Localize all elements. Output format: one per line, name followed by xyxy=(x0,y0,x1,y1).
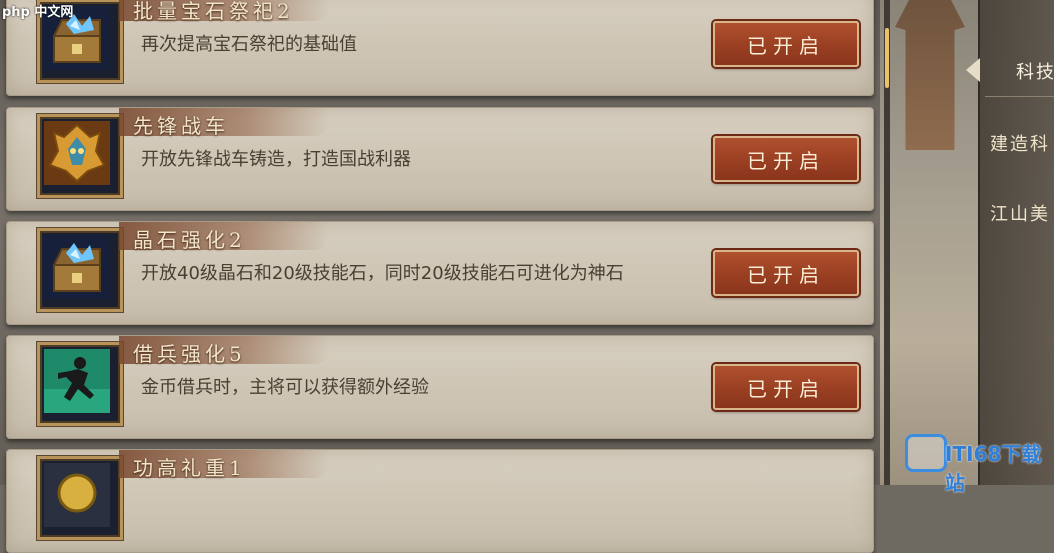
gem-chest-icon xyxy=(44,235,116,305)
tech-title: 功高礼重1 xyxy=(133,456,246,480)
tech-description: 金币借兵时，主将可以获得额外经验 xyxy=(141,377,429,398)
watchtower-scenery xyxy=(895,0,965,150)
tech-card: 先锋战车 开放先锋战车铸造，打造国战利器 已开启 xyxy=(6,107,874,211)
tech-card: 功高礼重1 xyxy=(6,449,874,553)
activated-button[interactable]: 已开启 xyxy=(713,250,859,296)
tab-divider xyxy=(985,96,1054,97)
tech-title: 晶石强化2 xyxy=(133,228,246,252)
tech-card: 借兵强化5 金币借兵时，主将可以获得额外经验 已开启 xyxy=(6,335,874,439)
activated-button[interactable]: 已开启 xyxy=(713,364,859,410)
tech-title: 借兵强化5 xyxy=(133,342,246,366)
tech-icon-frame xyxy=(37,114,123,198)
tech-card: 批量宝石祭祀2 再次提高宝石祭祀的基础值 已开启 xyxy=(6,0,874,96)
dragon-helmet-icon xyxy=(44,121,116,191)
watermark-logo-icon xyxy=(905,434,947,472)
activated-button[interactable]: 已开启 xyxy=(713,136,859,182)
tech-card: 晶石强化2 开放40级晶石和20级技能石，同时20级技能石可进化为神石 已开启 xyxy=(6,221,874,325)
tech-description: 开放40级晶石和20级技能石，同时20级技能石可进化为神石 xyxy=(141,263,624,284)
tech-icon-frame xyxy=(37,342,123,426)
site-watermark: php 中文网 xyxy=(2,5,74,20)
tech-icon-frame xyxy=(37,228,123,312)
tech-title: 批量宝石祭祀2 xyxy=(133,0,294,23)
watermark-text: ITI68下载站 xyxy=(945,442,1042,495)
running-soldier-icon xyxy=(44,349,116,419)
scrollbar-thumb[interactable] xyxy=(885,28,889,88)
tech-title: 先锋战车 xyxy=(133,114,229,138)
active-tab-arrow-icon xyxy=(966,58,980,82)
tech-description: 再次提高宝石祭祀的基础值 xyxy=(141,34,357,55)
download-site-watermark: ITI68下载站 xyxy=(905,430,1045,495)
tab-construction[interactable]: 建造科 xyxy=(990,130,1050,156)
activated-button[interactable]: 已开启 xyxy=(713,21,859,67)
medal-icon xyxy=(44,463,116,533)
tech-description: 开放先锋战车铸造，打造国战利器 xyxy=(141,149,411,170)
tech-icon-frame xyxy=(37,456,123,540)
tab-tech[interactable]: 科技 xyxy=(1016,58,1054,84)
tab-jiangshan[interactable]: 江山美 xyxy=(990,200,1050,226)
tech-list: 批量宝石祭祀2 再次提高宝石祭祀的基础值 已开启 先锋战车 开放先锋战车铸造，打… xyxy=(0,0,880,553)
